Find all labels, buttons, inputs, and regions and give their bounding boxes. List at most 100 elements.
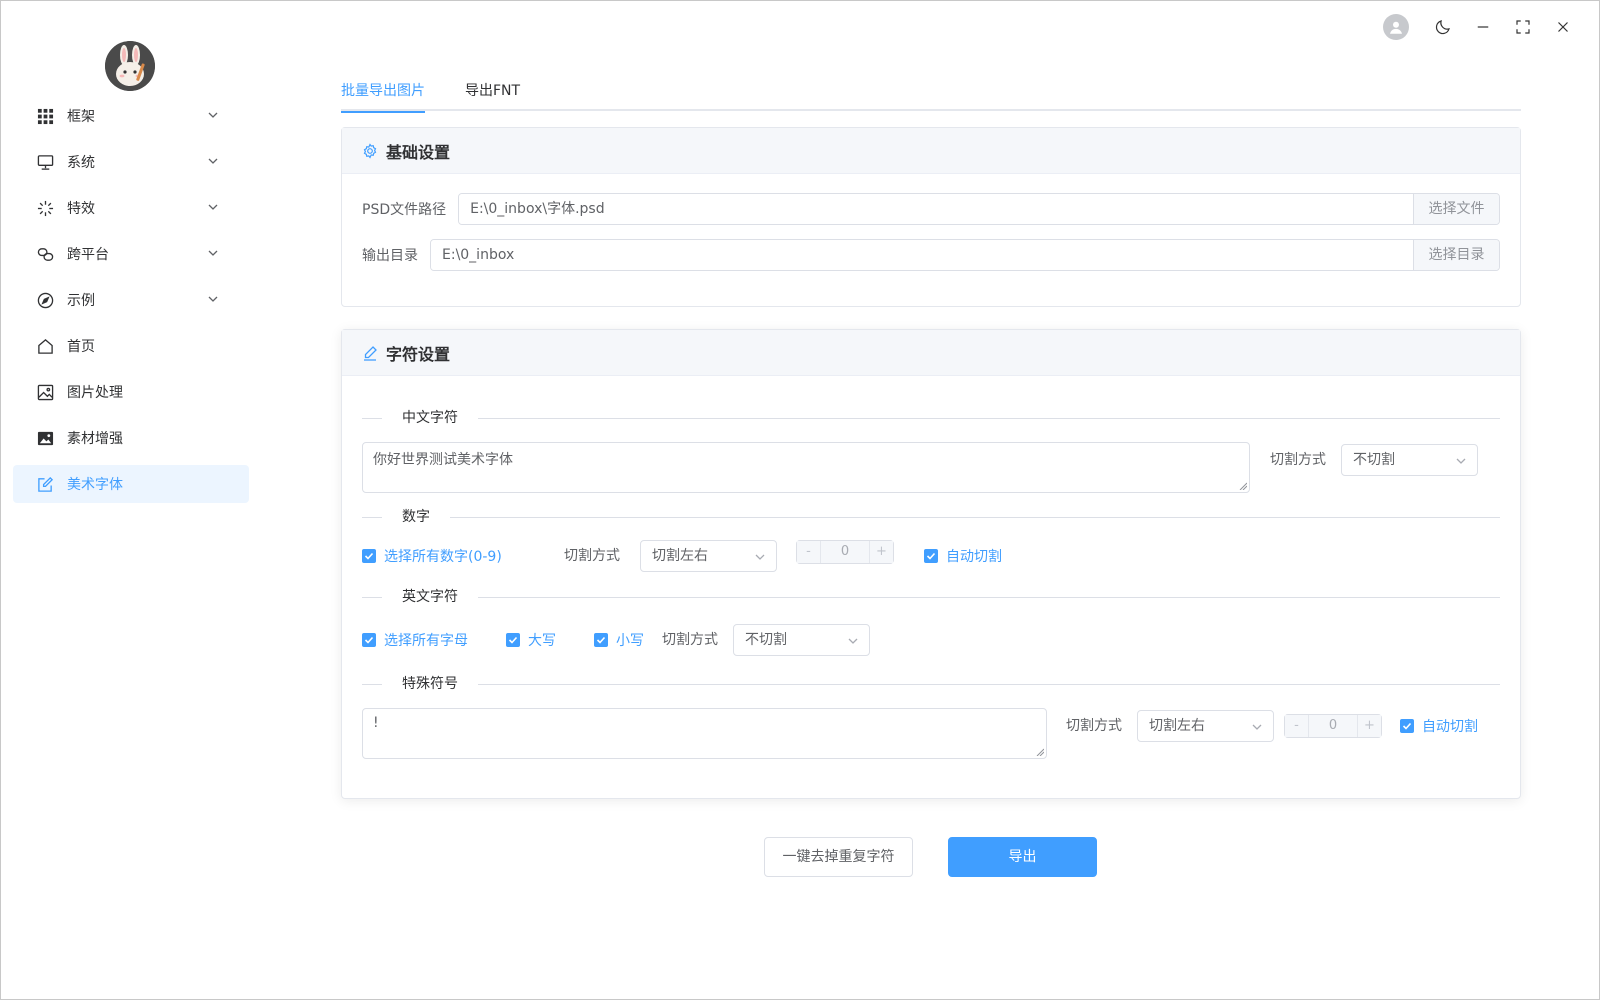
increment-button[interactable]: + bbox=[1357, 715, 1381, 737]
check-icon bbox=[362, 633, 376, 647]
checkbox-label: 小写 bbox=[616, 633, 644, 649]
digits-auto-cut-checkbox[interactable]: 自动切割 bbox=[924, 546, 1002, 566]
select-value: 切割左右 bbox=[1149, 718, 1205, 734]
picture-filled-icon bbox=[36, 429, 54, 447]
sidebar-item-cross-platform[interactable]: 跨平台 bbox=[13, 235, 249, 273]
select-dir-button[interactable]: 选择目录 bbox=[1413, 240, 1499, 270]
checkbox-label: 自动切割 bbox=[1422, 719, 1478, 735]
decrement-button[interactable]: - bbox=[1285, 715, 1309, 737]
special-section-title: 特殊符号 bbox=[382, 674, 478, 694]
sidebar-item-label: 框架 bbox=[67, 109, 95, 125]
select-value: 不切割 bbox=[1353, 452, 1395, 468]
chinese-divider: 中文字符 bbox=[362, 408, 1500, 428]
sidebar-item-effects[interactable]: 特效 bbox=[13, 189, 249, 227]
tab-batch-export-images[interactable]: 批量导出图片 bbox=[341, 73, 425, 113]
checkbox-label: 选择所有数字(0-9) bbox=[384, 549, 502, 565]
resize-grip-icon[interactable] bbox=[1036, 748, 1044, 756]
check-icon bbox=[594, 633, 608, 647]
chevron-down-icon bbox=[1456, 458, 1466, 464]
psd-path-input-group: E:\0_inbox\字体.psd 选择文件 bbox=[458, 193, 1500, 225]
stepper-value[interactable]: 0 bbox=[1309, 715, 1357, 737]
sidebar-item-label: 美术字体 bbox=[67, 477, 123, 493]
chinese-section-title: 中文字符 bbox=[382, 408, 478, 428]
digits-cut-select[interactable]: 切割左右 bbox=[640, 540, 777, 572]
select-file-button[interactable]: 选择文件 bbox=[1413, 194, 1499, 224]
sidebar-item-material-enhance[interactable]: 素材增强 bbox=[13, 419, 249, 457]
check-icon bbox=[1400, 719, 1414, 733]
title-bar bbox=[1383, 9, 1583, 45]
edit-icon bbox=[36, 475, 54, 493]
user-avatar-icon[interactable] bbox=[1383, 14, 1409, 40]
lowercase-checkbox[interactable]: 小写 bbox=[594, 630, 644, 650]
chevron-down-icon bbox=[755, 554, 765, 560]
resize-grip-icon[interactable] bbox=[1239, 482, 1247, 490]
psd-path-input[interactable]: E:\0_inbox\字体.psd bbox=[459, 194, 1413, 224]
sidebar-item-examples[interactable]: 示例 bbox=[13, 281, 249, 319]
increment-button[interactable]: + bbox=[869, 541, 893, 563]
digits-offset-stepper[interactable]: - 0 + bbox=[796, 540, 894, 564]
select-value: 切割左右 bbox=[652, 548, 708, 564]
stepper-value[interactable]: 0 bbox=[821, 541, 869, 563]
output-dir-input-group: E:\0_inbox 选择目录 bbox=[430, 239, 1500, 271]
english-cut-select[interactable]: 不切割 bbox=[733, 624, 870, 656]
chevron-down-icon bbox=[208, 112, 218, 118]
bunny-avatar-icon bbox=[105, 41, 155, 91]
sidebar-item-label: 示例 bbox=[67, 293, 95, 309]
uppercase-checkbox[interactable]: 大写 bbox=[506, 630, 556, 650]
output-dir-row: 输出目录 E:\0_inbox 选择目录 bbox=[362, 239, 1500, 271]
special-offset-stepper[interactable]: - 0 + bbox=[1284, 714, 1382, 738]
checkbox-label: 自动切割 bbox=[946, 549, 1002, 565]
decrement-button[interactable]: - bbox=[797, 541, 821, 563]
tab-export-fnt[interactable]: 导出FNT bbox=[465, 73, 520, 111]
close-icon[interactable] bbox=[1543, 9, 1583, 45]
char-settings-card: 字符设置 中文字符 你好世界测试美术字体 切割方式 不切割 数字 选择所有数字(… bbox=[341, 329, 1521, 799]
gear-icon bbox=[362, 142, 378, 159]
sidebar-item-label: 素材增强 bbox=[67, 431, 123, 447]
grid-icon bbox=[36, 107, 54, 125]
digits-section-title: 数字 bbox=[382, 507, 450, 527]
export-button[interactable]: 导出 bbox=[948, 837, 1097, 877]
checkbox-label: 选择所有字母 bbox=[384, 633, 468, 649]
chinese-chars-text: 你好世界测试美术字体 bbox=[373, 452, 513, 468]
chevron-down-icon bbox=[208, 296, 218, 302]
chinese-cut-select[interactable]: 不切割 bbox=[1341, 444, 1478, 476]
digits-divider: 数字 bbox=[362, 507, 1500, 527]
sidebar-item-label: 首页 bbox=[67, 339, 95, 355]
tab-bar: 批量导出图片 导出FNT bbox=[341, 73, 1521, 113]
special-cut-select[interactable]: 切割左右 bbox=[1137, 710, 1274, 742]
minimize-icon[interactable] bbox=[1463, 9, 1503, 45]
sidebar-item-label: 跨平台 bbox=[67, 247, 109, 263]
sidebar-item-system[interactable]: 系统 bbox=[13, 143, 249, 181]
sidebar-item-label: 系统 bbox=[67, 155, 95, 171]
sidebar-item-home[interactable]: 首页 bbox=[13, 327, 249, 365]
main-content: 批量导出图片 导出FNT 基础设置 PSD文件路径 E:\0_inbox\字体.… bbox=[341, 73, 1521, 877]
english-divider: 英文字符 bbox=[362, 587, 1500, 607]
sidebar-item-art-font[interactable]: 美术字体 bbox=[13, 465, 249, 503]
select-all-letters-checkbox[interactable]: 选择所有字母 bbox=[362, 630, 468, 650]
link-icon bbox=[36, 245, 54, 263]
moon-icon[interactable] bbox=[1423, 9, 1463, 45]
loading-icon bbox=[36, 199, 54, 217]
card-title: 字符设置 bbox=[386, 344, 451, 364]
chevron-down-icon bbox=[208, 250, 218, 256]
app-window: 框架 系统 特效 跨平台 示例 首页 图片处理 素材增强 美术字体 批量导出图片… bbox=[0, 0, 1600, 1000]
chevron-down-icon bbox=[208, 158, 218, 164]
output-dir-input[interactable]: E:\0_inbox bbox=[431, 240, 1413, 270]
dedupe-chars-button[interactable]: 一键去掉重复字符 bbox=[764, 837, 913, 877]
special-cut-label: 切割方式 bbox=[1066, 718, 1122, 734]
maximize-icon[interactable] bbox=[1503, 9, 1543, 45]
sidebar-item-image-processing[interactable]: 图片处理 bbox=[13, 373, 249, 411]
special-chars-text: ! bbox=[373, 715, 379, 731]
edit-pen-icon bbox=[362, 345, 378, 361]
special-chars-textarea[interactable]: ! bbox=[362, 708, 1047, 759]
sidebar-item-label: 图片处理 bbox=[67, 385, 123, 401]
card-title: 基础设置 bbox=[386, 142, 451, 162]
sidebar-item-framework[interactable]: 框架 bbox=[13, 97, 249, 135]
basic-settings-card: 基础设置 PSD文件路径 E:\0_inbox\字体.psd 选择文件 输出目录… bbox=[341, 127, 1521, 307]
select-all-digits-checkbox[interactable]: 选择所有数字(0-9) bbox=[362, 546, 502, 566]
sidebar-menu: 框架 系统 特效 跨平台 示例 首页 图片处理 素材增强 美术字体 bbox=[13, 97, 249, 511]
psd-path-row: PSD文件路径 E:\0_inbox\字体.psd 选择文件 bbox=[362, 193, 1500, 225]
special-auto-cut-checkbox[interactable]: 自动切割 bbox=[1400, 716, 1478, 736]
chinese-chars-textarea[interactable]: 你好世界测试美术字体 bbox=[362, 442, 1250, 493]
chinese-cut-label: 切割方式 bbox=[1270, 452, 1326, 468]
